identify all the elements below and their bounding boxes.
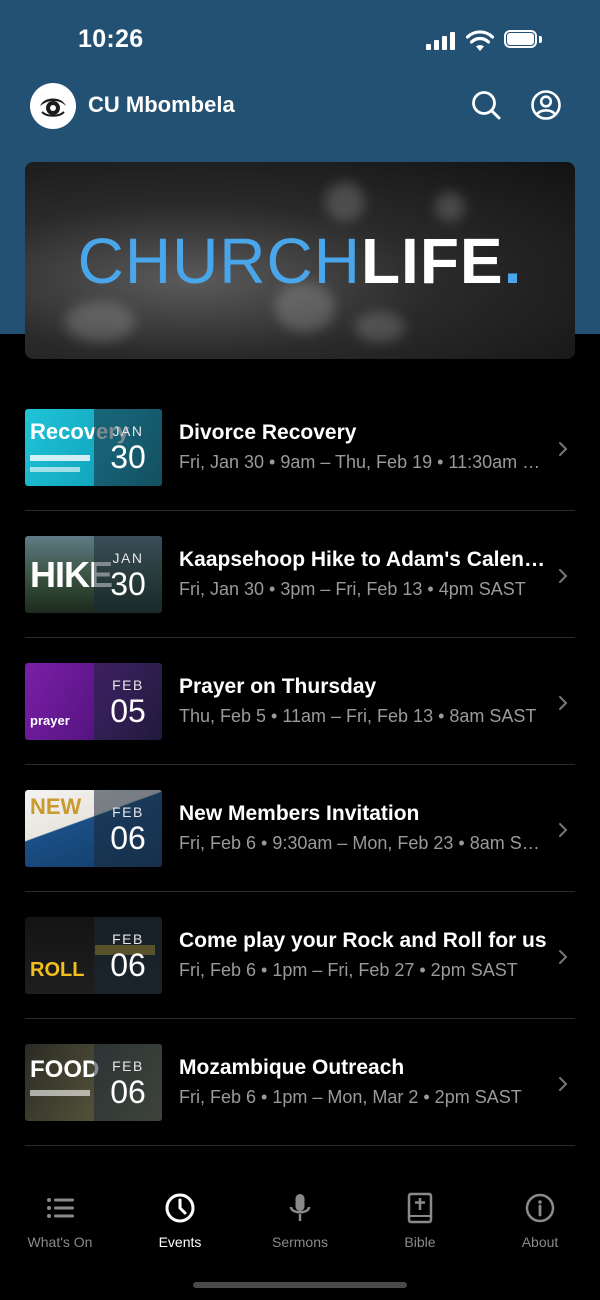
thumbnail-text: prayer (30, 713, 70, 728)
status-time: 10:26 (78, 25, 144, 53)
wifi-icon (466, 30, 494, 51)
banner-title-life: LIFE (360, 225, 504, 297)
event-thumbnail: HIKE JAN 30 (25, 536, 162, 613)
cellular-signal-icon (426, 32, 458, 50)
church-name: CU Mbombela (88, 92, 235, 117)
event-month: JAN (112, 423, 144, 439)
banner-title: CHURCHLIFE. (25, 224, 575, 298)
event-thumbnail: prayer FEB 05 (25, 663, 162, 740)
row-divider (25, 1145, 575, 1146)
event-month: FEB (112, 804, 144, 820)
event-title: New Members Invitation (179, 802, 420, 825)
event-title: Kaapsehoop Hike to Adam's Calendar (179, 548, 549, 571)
profile-icon[interactable] (529, 88, 563, 122)
event-title: Mozambique Outreach (179, 1056, 405, 1079)
status-bar: 10:26 (0, 0, 600, 80)
event-row[interactable]: Recovery JAN 30 Divorce Recovery Fri, Ja… (0, 384, 600, 511)
chevron-right-icon (559, 569, 568, 583)
tab-label: Bible (404, 1234, 436, 1250)
event-day: 06 (110, 947, 146, 983)
thumbnail-bar (30, 455, 90, 461)
event-date: Thu, Feb 5 • 11am – Fri, Feb 13 • 8am SA… (179, 706, 537, 726)
banner-title-church: CHURCH (77, 225, 361, 297)
bokeh-light (355, 312, 405, 342)
event-title: Prayer on Thursday (179, 675, 377, 698)
event-date: Fri, Feb 6 • 1pm – Fri, Feb 27 • 2pm SAS… (179, 960, 518, 980)
thumbnail-text: NEW (30, 794, 82, 819)
event-date: Fri, Jan 30 • 3pm – Fri, Feb 13 • 4pm SA… (179, 579, 526, 599)
eye-logo-icon (40, 98, 66, 117)
tab-label: What's On (27, 1234, 93, 1250)
event-row[interactable]: prayer FEB 05 Prayer on Thursday Thu, Fe… (0, 638, 600, 765)
tab-label: About (521, 1234, 559, 1250)
chevron-right-icon (559, 442, 568, 456)
churchlife-banner[interactable]: CHURCHLIFE. (25, 162, 575, 359)
thumbnail-text: ROLL (30, 959, 85, 981)
event-row[interactable]: HIKE JAN 30 Kaapsehoop Hike to Adam's Ca… (0, 511, 600, 638)
info-icon (525, 1193, 555, 1223)
event-date: Fri, Feb 6 • 1pm – Mon, Mar 2 • 2pm SAST (179, 1087, 522, 1107)
chevron-right-icon (559, 823, 568, 837)
tab-whats-on[interactable]: What's On (0, 1192, 120, 1262)
tab-events[interactable]: Events (120, 1192, 240, 1262)
event-date: Fri, Jan 30 • 9am – Thu, Feb 19 • 11:30a… (179, 452, 551, 472)
bible-icon (407, 1192, 433, 1224)
tab-label: Sermons (271, 1234, 329, 1250)
event-month: FEB (112, 677, 144, 693)
event-row[interactable]: FOOD FEB 06 Mozambique Outreach Fri, Feb… (0, 1019, 600, 1146)
event-thumbnail: FOOD FEB 06 (25, 1044, 162, 1121)
event-day: 30 (110, 566, 146, 602)
event-day: 05 (110, 693, 146, 729)
event-month: JAN (112, 550, 144, 566)
event-month: FEB (112, 931, 144, 947)
tab-about[interactable]: About (480, 1192, 600, 1262)
thumbnail-text: FOOD (30, 1056, 100, 1083)
home-indicator[interactable] (193, 1282, 407, 1288)
microphone-icon (289, 1194, 311, 1221)
tab-label: Events (158, 1234, 202, 1250)
banner-title-dot: . (503, 225, 523, 297)
bokeh-light (325, 182, 365, 222)
event-thumbnail: ROLL FEB 06 (25, 917, 162, 994)
tab-sermons[interactable]: Sermons (240, 1192, 360, 1262)
clock-icon (165, 1193, 195, 1223)
event-thumbnail: Recovery JAN 30 (25, 409, 162, 486)
tab-bible[interactable]: Bible (360, 1192, 480, 1262)
chevron-right-icon (559, 696, 568, 710)
event-date: Fri, Feb 6 • 9:30am – Mon, Feb 23 • 8am … (179, 833, 551, 853)
event-month: FEB (112, 1058, 144, 1074)
chevron-right-icon (559, 950, 568, 964)
event-day: 06 (110, 1074, 146, 1110)
search-icon[interactable] (469, 88, 503, 122)
battery-icon (504, 30, 544, 50)
chevron-right-icon (559, 1077, 568, 1091)
church-logo[interactable] (30, 83, 76, 129)
event-title: Divorce Recovery (179, 421, 357, 444)
event-row[interactable]: ROLL FEB 06 Come play your Rock and Roll… (0, 892, 600, 1019)
app-header: CU Mbombela (0, 80, 600, 135)
bokeh-light (65, 302, 135, 342)
event-day: 30 (110, 439, 146, 475)
event-day: 06 (110, 820, 146, 856)
event-thumbnail: NEW FEB 06 (25, 790, 162, 867)
event-title: Come play your Rock and Roll for us (179, 929, 547, 952)
bokeh-light (435, 192, 465, 222)
thumbnail-bar (30, 467, 80, 472)
event-row[interactable]: NEW FEB 06 New Members Invitation Fri, F… (0, 765, 600, 892)
thumbnail-bar (30, 1090, 90, 1096)
list-icon (47, 1198, 74, 1218)
